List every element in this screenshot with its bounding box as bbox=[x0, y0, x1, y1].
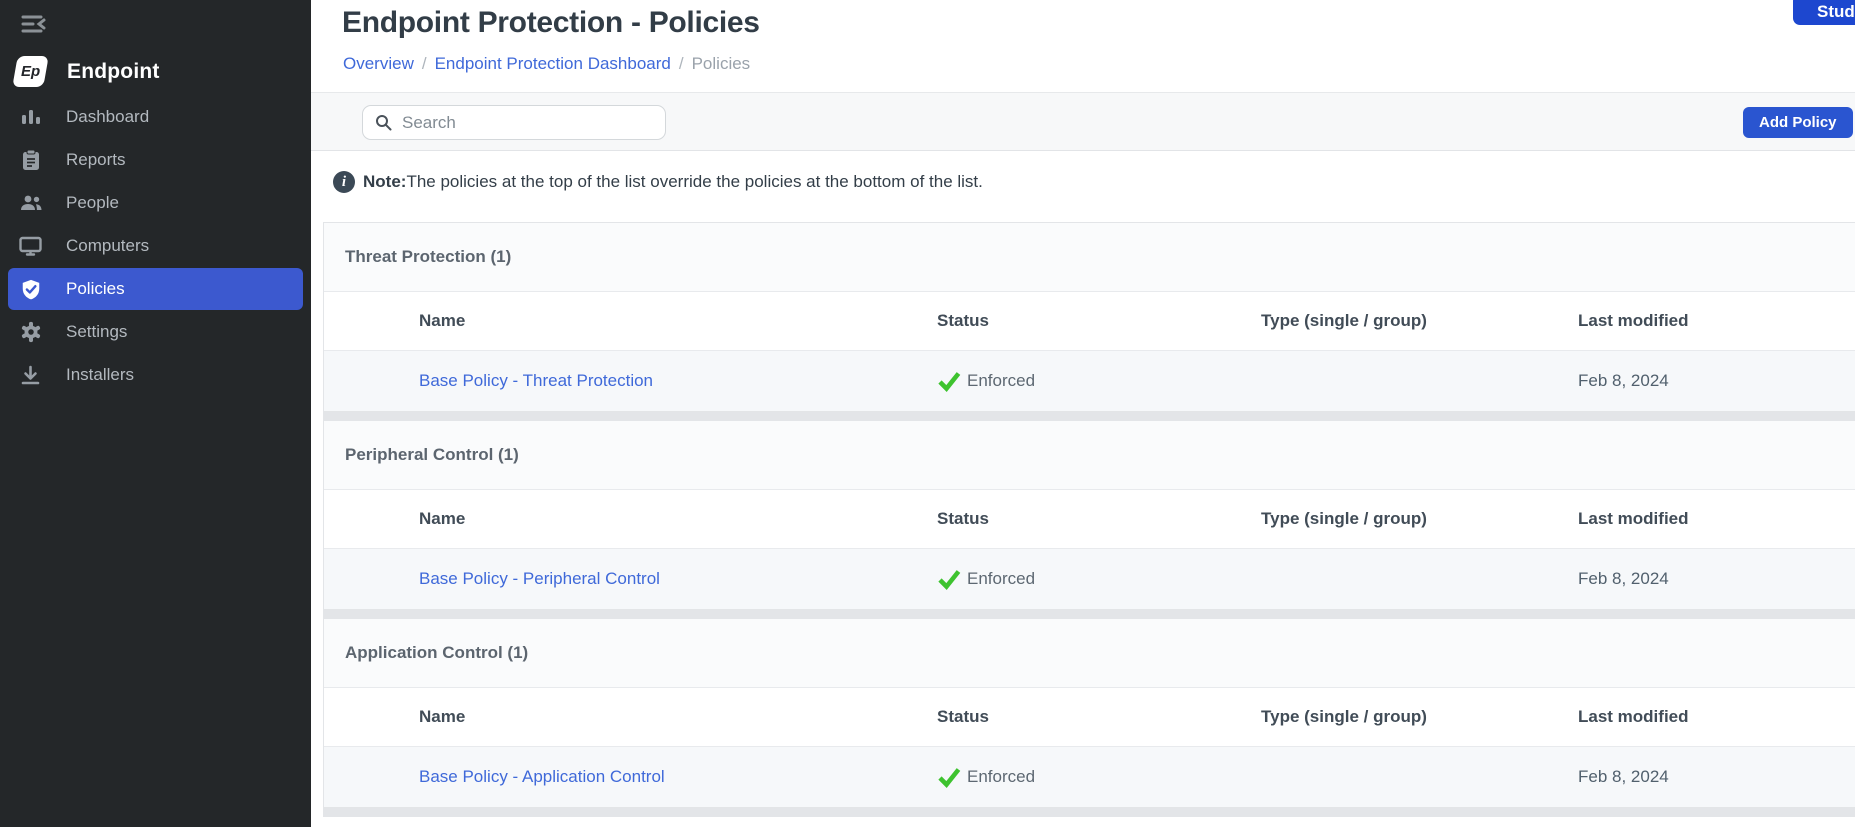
sidebar-item-reports[interactable]: Reports bbox=[8, 139, 303, 181]
breadcrumb-separator: / bbox=[422, 54, 427, 73]
note-text: The policies at the top of the list over… bbox=[406, 172, 982, 191]
note-label: Note: bbox=[363, 172, 406, 191]
policy-table: Threat Protection (1) Name Status Type (… bbox=[323, 222, 1855, 817]
shield-check-icon bbox=[17, 277, 44, 301]
section-header-threat-protection: Threat Protection (1) bbox=[324, 223, 1855, 292]
table-header-row: Name Status Type (single / group) Last m… bbox=[324, 490, 1855, 549]
endpoint-logo-icon: Ep bbox=[12, 56, 48, 87]
check-icon bbox=[937, 567, 961, 591]
table-row: Base Policy - Application Control Enforc… bbox=[324, 747, 1855, 808]
sidebar-item-policies[interactable]: Policies bbox=[8, 268, 303, 310]
collapse-sidebar-icon[interactable] bbox=[19, 11, 49, 37]
column-header-last-modified: Last modified bbox=[1578, 707, 1855, 727]
gear-icon bbox=[17, 320, 44, 344]
policy-link[interactable]: Base Policy - Peripheral Control bbox=[419, 569, 660, 588]
status-cell: Enforced bbox=[937, 567, 1261, 591]
column-header-type: Type (single / group) bbox=[1261, 707, 1578, 727]
sidebar-item-installers[interactable]: Installers bbox=[8, 354, 303, 396]
sidebar-item-label: Reports bbox=[66, 150, 126, 170]
sidebar-item-label: Policies bbox=[66, 279, 125, 299]
last-modified-cell: Feb 8, 2024 bbox=[1578, 569, 1855, 589]
logo-initials: Ep bbox=[21, 63, 40, 80]
column-header-name: Name bbox=[419, 509, 937, 529]
sidebar-item-label: Installers bbox=[66, 365, 134, 385]
header-action-button[interactable]: Stud bbox=[1793, 0, 1855, 25]
search-icon bbox=[375, 114, 392, 131]
sidebar: Ep Endpoint Dashboard bbox=[0, 0, 311, 827]
breadcrumb-separator: / bbox=[679, 54, 684, 73]
sidebar-item-label: Computers bbox=[66, 236, 149, 256]
product-brand: Ep Endpoint bbox=[15, 56, 160, 87]
column-header-last-modified: Last modified bbox=[1578, 509, 1855, 529]
main-content: Endpoint Protection - Policies Overview /… bbox=[311, 0, 1855, 827]
sidebar-item-dashboard[interactable]: Dashboard bbox=[8, 96, 303, 138]
product-name: Endpoint bbox=[67, 60, 160, 84]
column-header-status: Status bbox=[937, 707, 1261, 727]
column-header-name: Name bbox=[419, 311, 937, 331]
note-row: i Note:The policies at the top of the li… bbox=[333, 171, 983, 193]
page-title: Endpoint Protection - Policies bbox=[342, 6, 760, 40]
section-header-peripheral-control: Peripheral Control (1) bbox=[324, 421, 1855, 490]
column-header-type: Type (single / group) bbox=[1261, 509, 1578, 529]
column-header-type: Type (single / group) bbox=[1261, 311, 1578, 331]
table-row: Base Policy - Threat Protection Enforced… bbox=[324, 351, 1855, 412]
sidebar-item-settings[interactable]: Settings bbox=[8, 311, 303, 353]
check-icon bbox=[937, 369, 961, 393]
section-divider bbox=[324, 610, 1855, 619]
sidebar-nav: Dashboard Reports bbox=[0, 96, 311, 397]
status-cell: Enforced bbox=[937, 765, 1261, 789]
breadcrumb-dashboard-link[interactable]: Endpoint Protection Dashboard bbox=[435, 54, 671, 73]
policy-link[interactable]: Base Policy - Application Control bbox=[419, 767, 665, 786]
toolbar: Add Policy bbox=[311, 92, 1855, 151]
sidebar-item-label: People bbox=[66, 193, 119, 213]
breadcrumb: Overview / Endpoint Protection Dashboard / P… bbox=[343, 54, 750, 74]
column-header-status: Status bbox=[937, 509, 1261, 529]
table-row: Base Policy - Peripheral Control Enforce… bbox=[324, 549, 1855, 610]
breadcrumb-overview-link[interactable]: Overview bbox=[343, 54, 414, 73]
add-policy-button[interactable]: Add Policy bbox=[1743, 107, 1853, 138]
info-icon: i bbox=[333, 171, 355, 193]
sidebar-item-label: Settings bbox=[66, 322, 127, 342]
sidebar-item-people[interactable]: People bbox=[8, 182, 303, 224]
last-modified-cell: Feb 8, 2024 bbox=[1578, 767, 1855, 787]
last-modified-cell: Feb 8, 2024 bbox=[1578, 371, 1855, 391]
status-text: Enforced bbox=[967, 371, 1035, 391]
section-divider bbox=[324, 808, 1855, 817]
search-box[interactable] bbox=[362, 105, 666, 140]
sidebar-item-label: Dashboard bbox=[66, 107, 149, 127]
download-icon bbox=[17, 363, 44, 387]
section-divider bbox=[324, 412, 1855, 421]
sidebar-item-computers[interactable]: Computers bbox=[8, 225, 303, 267]
section-title: Application Control (1) bbox=[345, 643, 528, 663]
column-header-last-modified: Last modified bbox=[1578, 311, 1855, 331]
search-input[interactable] bbox=[402, 113, 642, 133]
table-header-row: Name Status Type (single / group) Last m… bbox=[324, 292, 1855, 351]
policy-link[interactable]: Base Policy - Threat Protection bbox=[419, 371, 653, 390]
clipboard-icon bbox=[17, 148, 44, 172]
section-title: Peripheral Control (1) bbox=[345, 445, 519, 465]
section-header-application-control: Application Control (1) bbox=[324, 619, 1855, 688]
breadcrumb-current: Policies bbox=[692, 54, 751, 73]
monitor-icon bbox=[17, 234, 44, 258]
column-header-name: Name bbox=[419, 707, 937, 727]
column-header-status: Status bbox=[937, 311, 1261, 331]
people-icon bbox=[17, 191, 44, 215]
status-text: Enforced bbox=[967, 767, 1035, 787]
status-text: Enforced bbox=[967, 569, 1035, 589]
section-title: Threat Protection (1) bbox=[345, 247, 511, 267]
table-header-row: Name Status Type (single / group) Last m… bbox=[324, 688, 1855, 747]
bar-chart-icon bbox=[17, 105, 44, 129]
check-icon bbox=[937, 765, 961, 789]
status-cell: Enforced bbox=[937, 369, 1261, 393]
